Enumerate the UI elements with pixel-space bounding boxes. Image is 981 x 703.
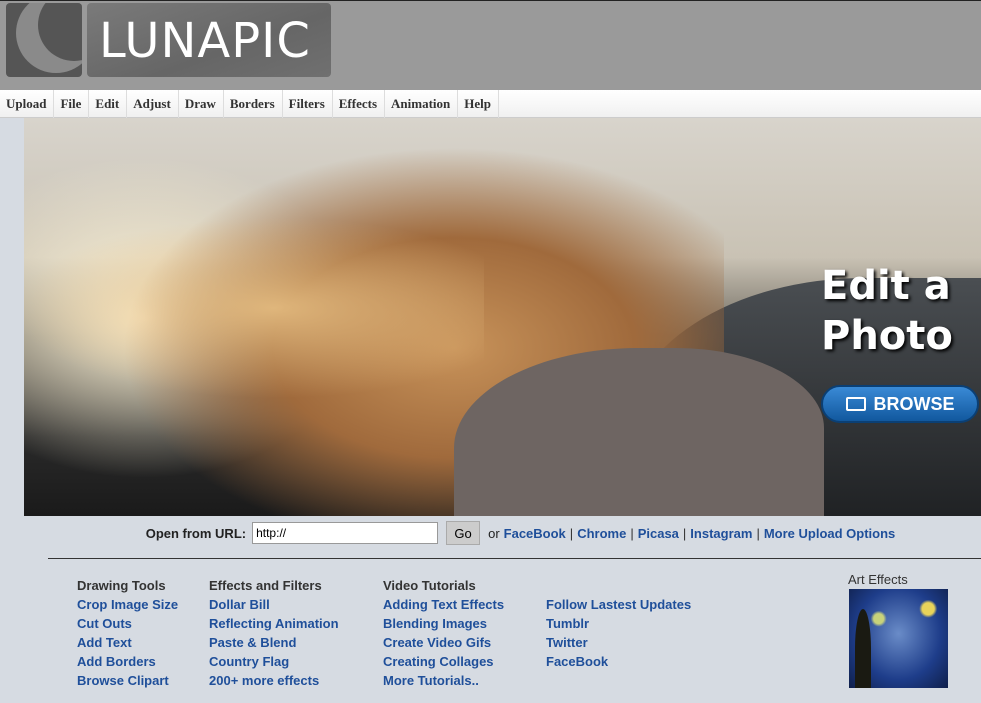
browse-button[interactable]: BROWSE (821, 385, 979, 423)
link-more-effects[interactable]: 200+ more effects (209, 671, 339, 690)
logo-moon-icon[interactable] (6, 3, 82, 77)
link-more-tutorials[interactable]: More Tutorials.. (383, 671, 504, 690)
link-reflecting-animation[interactable]: Reflecting Animation (209, 614, 339, 633)
hero-title-line2: Photo (821, 313, 953, 359)
menu-help[interactable]: Help (458, 90, 499, 118)
link-paste-blend[interactable]: Paste & Blend (209, 633, 339, 652)
link-adding-text-effects[interactable]: Adding Text Effects (383, 595, 504, 614)
folder-icon (845, 397, 866, 411)
link-tumblr[interactable]: Tumblr (546, 614, 691, 633)
hero-image: Edit a Photo BROWSE (24, 118, 981, 516)
link-chrome[interactable]: Chrome (577, 526, 626, 541)
menu-upload[interactable]: Upload (0, 90, 55, 118)
link-country-flag[interactable]: Country Flag (209, 652, 339, 671)
menu-borders[interactable]: Borders (224, 90, 283, 118)
link-dollar-bill[interactable]: Dollar Bill (209, 595, 339, 614)
header: LUNAPIC (0, 0, 981, 90)
menu-edit[interactable]: Edit (89, 90, 128, 118)
url-input[interactable] (252, 522, 439, 544)
column-drawing-tools: Drawing Tools Crop Image Size Cut Outs A… (77, 576, 178, 690)
art-effects-label: Art Effects (848, 572, 908, 587)
menu-effects[interactable]: Effects (333, 90, 386, 118)
browse-label: BROWSE (873, 393, 955, 414)
link-facebook-social[interactable]: FaceBook (546, 652, 691, 671)
link-twitter[interactable]: Twitter (546, 633, 691, 652)
divider (48, 558, 981, 559)
column-effects-filters: Effects and Filters Dollar Bill Reflecti… (209, 576, 339, 690)
separator: | (682, 525, 687, 541)
column-video-tutorials: Video Tutorials Adding Text Effects Blen… (383, 576, 504, 690)
url-label: Open from URL: (145, 525, 247, 541)
link-more-upload-options[interactable]: More Upload Options (764, 526, 895, 541)
art-effects-thumbnail[interactable] (849, 589, 948, 688)
link-facebook[interactable]: FaceBook (504, 526, 566, 541)
hero-title: Edit a Photo (821, 261, 953, 361)
link-instagram[interactable]: Instagram (690, 526, 752, 541)
separator: | (756, 525, 760, 541)
menu-filters[interactable]: Filters (283, 90, 333, 118)
menu-animation[interactable]: Animation (385, 90, 459, 118)
logo[interactable]: LUNAPIC (87, 3, 331, 77)
separator: | (630, 525, 634, 541)
link-add-text[interactable]: Add Text (77, 633, 178, 652)
menu-adjust[interactable]: Adjust (127, 90, 179, 118)
link-crop-image-size[interactable]: Crop Image Size (77, 595, 178, 614)
link-blending-images[interactable]: Blending Images (383, 614, 504, 633)
column-heading: Effects and Filters (209, 578, 322, 593)
link-picasa[interactable]: Picasa (638, 526, 679, 541)
link-add-borders[interactable]: Add Borders (77, 652, 178, 671)
separator: | (569, 525, 574, 541)
open-from-url: Open from URL: Go or FaceBook| Chrome| P… (0, 521, 981, 545)
menu-file[interactable]: File (54, 90, 90, 118)
or-text: or (488, 525, 500, 541)
link-follow-updates[interactable]: Follow Lastest Updates (546, 595, 691, 614)
go-button[interactable]: Go (446, 521, 481, 545)
column-social: Follow Lastest Updates Tumblr Twitter Fa… (546, 595, 691, 671)
link-cut-outs[interactable]: Cut Outs (77, 614, 178, 633)
column-heading: Video Tutorials (383, 578, 476, 593)
menu-bar: Upload File Edit Adjust Draw Borders Fil… (0, 90, 981, 118)
column-heading: Drawing Tools (77, 578, 166, 593)
menu-draw[interactable]: Draw (179, 90, 224, 118)
link-creating-collages[interactable]: Creating Collages (383, 652, 504, 671)
link-create-video-gifs[interactable]: Create Video Gifs (383, 633, 504, 652)
link-browse-clipart[interactable]: Browse Clipart (77, 671, 178, 690)
hero-hair-highlight (24, 198, 484, 418)
hero-title-line1: Edit a (821, 263, 951, 309)
